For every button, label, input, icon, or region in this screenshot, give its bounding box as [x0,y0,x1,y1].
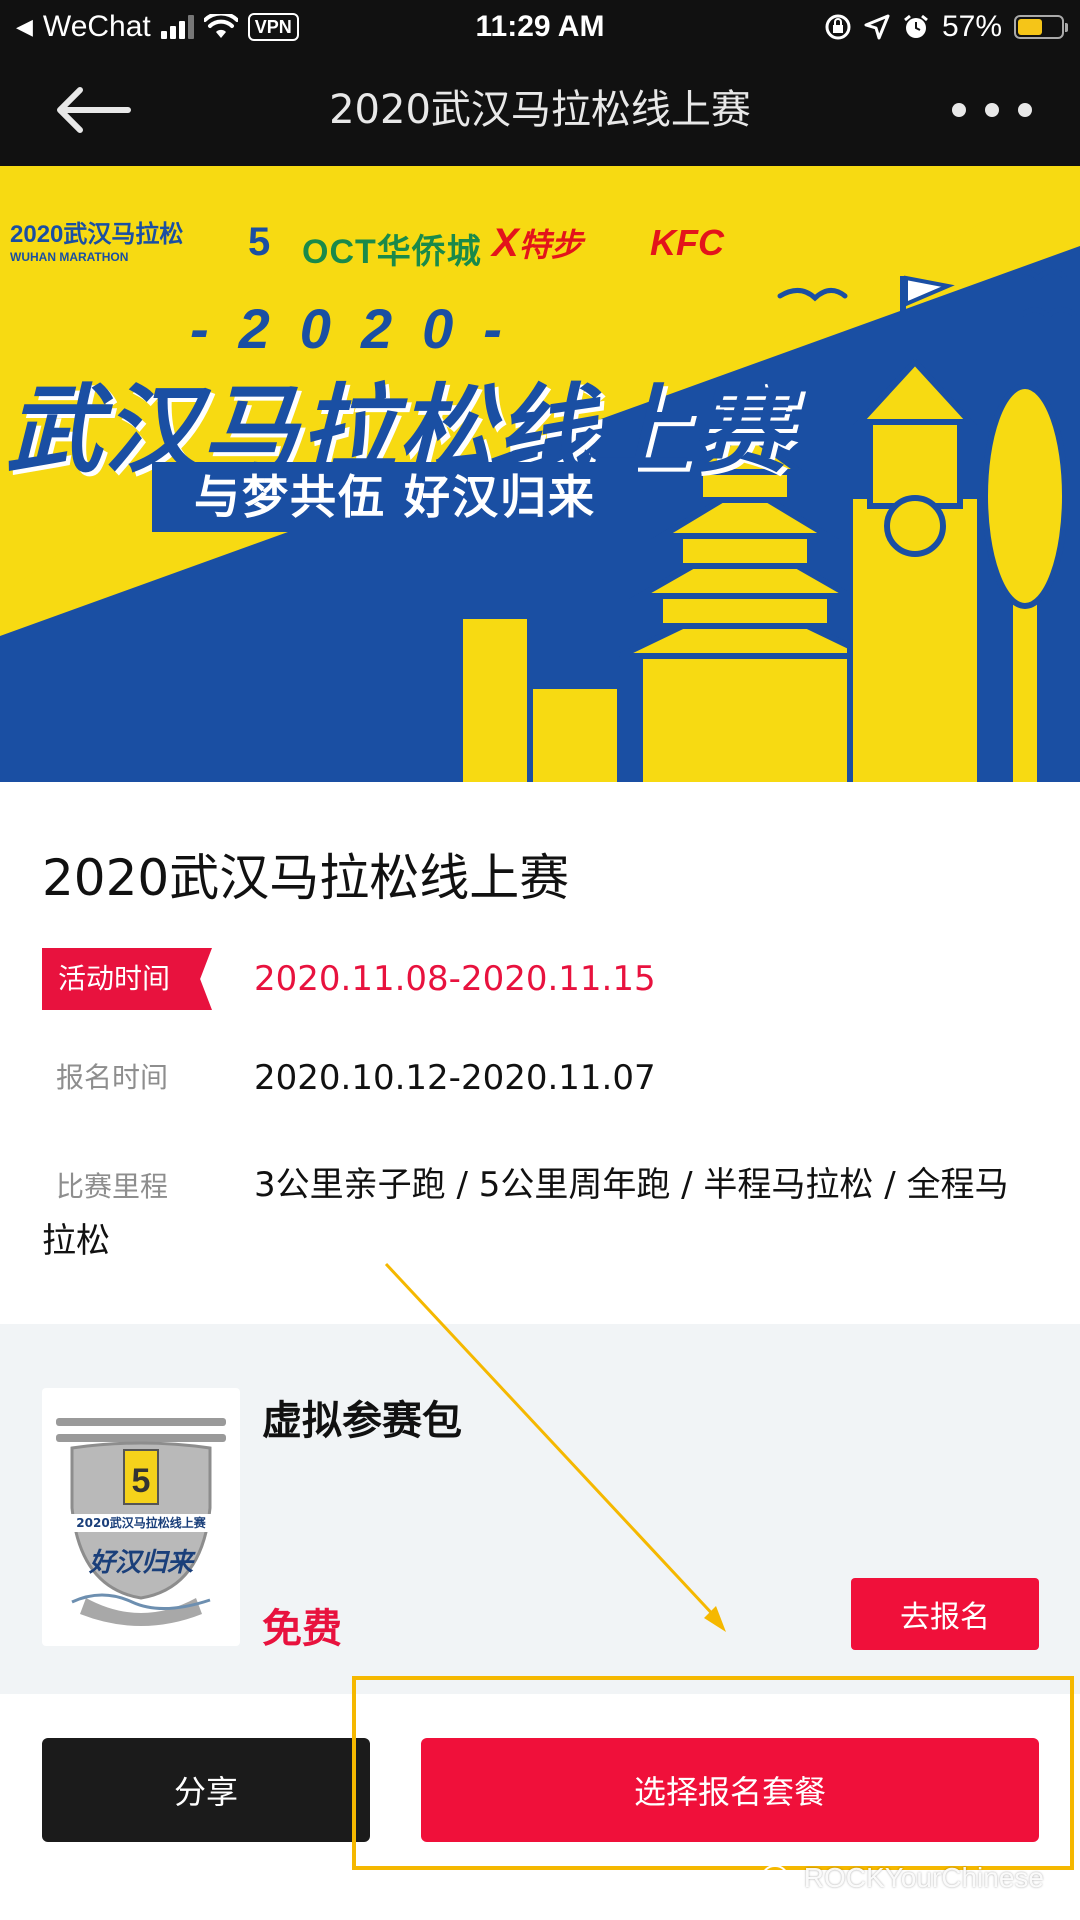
distance-label: 比赛里程 [56,1170,169,1203]
anniversary-logo: 5 [248,220,271,264]
nav-bar: 2020武汉马拉松线上赛 [0,54,1080,166]
activity-time-value: 2020.11.08-2020.11.15 [254,959,656,999]
alarm-icon [904,14,928,38]
package-card: 5 2020武汉马拉松线上赛 好汉归来 虚拟参赛包 免费 去报名 [0,1324,1080,1694]
package-thumb-text: 2020武汉马拉松线上赛 [76,1516,206,1530]
watermark: ROCKYourChinese [761,1862,1044,1894]
watermark-text: ROCKYourChinese [803,1862,1044,1893]
package-price: 免费 [262,1606,342,1652]
svg-text:5: 5 [132,1462,151,1500]
activity-time-row: 活动时间 2020.11.08-2020.11.15 [42,948,1042,1010]
back-arrow-icon[interactable] [52,80,132,140]
battery-fill [1018,19,1042,35]
banner-slogan: 与梦共伍 好汉归来 [152,462,638,532]
wuhan-marathon-logo: 2020武汉马拉松 WUHAN MARATHON [10,221,184,265]
share-button[interactable]: 分享 [42,1738,370,1842]
location-icon [864,14,890,40]
signup-time-label: 报名时间 [56,1061,169,1094]
battery-icon [1014,15,1068,39]
signup-time-value: 2020.10.12-2020.11.07 [254,1058,656,1098]
status-bar: ◀ WeChat VPN 11:29 AM 57% [0,0,1080,54]
activity-time-tag: 活动时间 [42,948,212,1010]
more-options-icon[interactable] [952,94,1032,126]
page-title: 2020武汉马拉松线上赛 [329,87,751,133]
oct-logo: OCT华侨城 [302,233,482,271]
choose-package-button[interactable]: 选择报名套餐 [421,1738,1039,1842]
wechat-icon [761,1865,796,1890]
status-right: 57% [824,8,1068,46]
xtep-logo: X特步 [492,221,583,265]
package-thumbnail: 5 2020武汉马拉松线上赛 好汉归来 [42,1388,240,1646]
event-title: 2020武汉马拉松线上赛 [42,849,570,907]
battery-percent: 57% [941,10,1002,43]
package-name: 虚拟参赛包 [262,1398,462,1444]
kfc-logo: KFC [650,222,724,263]
event-banner: 2020武汉马拉松 WUHAN MARATHON 5 OCT华侨城 X特步 KF… [0,166,1080,792]
distance-row: 比赛里程 3公里亲子跑 / 5公里周年跑 / 半程马拉松 / 全程马拉松 [42,1158,1042,1268]
register-button[interactable]: 去报名 [851,1578,1039,1650]
signup-time-row: 报名时间 2020.10.12-2020.11.07 [42,1054,1042,1102]
package-thumb-slogan: 好汉归来 [88,1548,193,1578]
orientation-lock-icon [825,14,851,40]
